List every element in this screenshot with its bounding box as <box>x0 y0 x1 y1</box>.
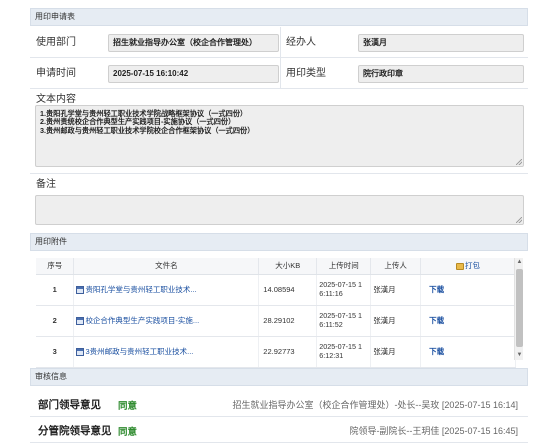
table-row: 3 3贵州邮政与贵州轻工职业技术... 22.92773 2025-07-15 … <box>36 336 516 368</box>
time-line: 6:12:31 <box>319 350 344 360</box>
row-uploader: 张漢月 <box>370 336 422 368</box>
document-icon <box>76 316 85 325</box>
col-header-index: 序号 <box>36 258 75 275</box>
table-row: 1 贵阳孔学堂与贵州轻工职业技术... 14.08594 2025-07-15 … <box>36 274 516 306</box>
row-filename: 贵阳孔学堂与贵州轻工职业技术... <box>73 274 260 306</box>
remarks-label: 备注 <box>36 179 56 190</box>
pack-link[interactable]: 打包 <box>465 261 480 270</box>
scroll-up-icon[interactable]: ▲ <box>515 258 524 267</box>
content-label: 文本内容 <box>36 94 76 105</box>
seal-type-field[interactable]: 院行政印章 <box>358 65 524 83</box>
department-field[interactable]: 招生就业指导办公室（校企合作管理处） <box>108 34 279 52</box>
content-line: 3.贵州邮政与贵州轻工职业技术学院校企合作框架协议（一式四份） <box>40 125 255 135</box>
download-link[interactable]: 下载 <box>420 274 516 306</box>
attachments-table: 序号 文件名 大小KB 上传时间 上传人 打包 1 贵阳孔学堂与贵州轻工职业技术… <box>36 258 516 368</box>
download-link[interactable]: 下载 <box>420 305 516 337</box>
row-size: 28.29102 <box>258 305 318 337</box>
section-header-review: 审核信息 <box>30 368 528 386</box>
row-index: 3 <box>36 336 75 368</box>
row-size: 14.08594 <box>258 274 318 306</box>
col-header-uploader: 上传人 <box>370 258 422 275</box>
row-upload-time: 2025-07-15 1 6:11:52 <box>316 305 372 337</box>
time-line: 6:11:16 <box>319 288 343 298</box>
file-link[interactable]: 3贵州邮政与贵州轻工职业技术... <box>85 346 193 357</box>
col-header-pack: 打包 <box>420 258 516 275</box>
review-detail: 院领导-副院长--王玥佳 [2025-07-15 16:45] <box>349 426 518 436</box>
row-size: 22.92773 <box>258 336 318 368</box>
row-upload-time: 2025-07-15 1 6:12:31 <box>316 336 372 368</box>
row-index: 2 <box>36 305 75 337</box>
handler-field[interactable]: 张漢月 <box>358 34 524 52</box>
row-uploader: 张漢月 <box>370 305 422 337</box>
review-role: 部门领导意见 <box>38 399 101 411</box>
column-divider <box>280 27 281 89</box>
document-icon <box>76 347 85 356</box>
file-link[interactable]: 贵阳孔学堂与贵州轻工职业技术... <box>85 284 196 295</box>
col-header-filename: 文件名 <box>73 258 260 275</box>
apply-time-field[interactable]: 2025-07-15 16:10:42 <box>108 65 279 83</box>
col-header-size: 大小KB <box>258 258 318 275</box>
apply-time-label: 申请时间 <box>36 68 76 79</box>
row-uploader: 张漢月 <box>370 274 422 306</box>
time-line: 6:11:52 <box>319 319 343 329</box>
row-index: 1 <box>36 274 75 306</box>
row-upload-time: 2025-07-15 1 6:11:16 <box>316 274 372 306</box>
resize-grip-icon[interactable] <box>516 217 522 223</box>
review-row-department: 部门领导意见 同意 招生就业指导办公室（校企合作管理处）-处长--吴玫 [202… <box>30 391 528 417</box>
attachments-scrollbar[interactable]: ▲ ▼ <box>514 258 523 360</box>
review-detail: 招生就业指导办公室（校企合作管理处）-处长--吴玫 [2025-07-15 16… <box>232 400 518 410</box>
section-header-application: 用印申请表 <box>30 8 528 26</box>
seal-type-label: 用印类型 <box>286 68 326 79</box>
review-status: 同意 <box>118 401 138 412</box>
download-link[interactable]: 下载 <box>420 336 516 368</box>
document-icon <box>76 285 85 294</box>
section-header-attachments: 用印附件 <box>30 233 528 251</box>
resize-grip-icon[interactable] <box>516 159 522 165</box>
divider <box>30 173 528 174</box>
file-link[interactable]: 校企合作典型生产实践项目-实施... <box>85 315 199 326</box>
content-textarea[interactable]: 1.贵阳孔学堂与贵州轻工职业技术学院战略框架协议（一式四份） 2.贵州贵统校企合… <box>35 105 524 167</box>
scroll-down-icon[interactable]: ▼ <box>515 351 524 360</box>
row-filename: 3贵州邮政与贵州轻工职业技术... <box>73 336 260 368</box>
col-header-upload-time: 上传时间 <box>316 258 372 275</box>
scroll-thumb[interactable] <box>516 269 523 347</box>
row-filename: 校企合作典型生产实践项目-实施... <box>73 305 260 337</box>
department-label: 使用部门 <box>36 37 76 48</box>
review-row-leader: 分管院领导意见 同意 院领导-副院长--王玥佳 [2025-07-15 16:4… <box>30 417 528 443</box>
form-row-apply-time: 申请时间 2025-07-15 16:10:42 用印类型 院行政印章 <box>30 58 528 89</box>
review-status: 同意 <box>118 427 138 438</box>
handler-label: 经办人 <box>286 37 316 48</box>
table-row: 2 校企合作典型生产实践项目-实施... 28.29102 2025-07-15… <box>36 305 516 337</box>
printer-icon[interactable] <box>456 262 465 270</box>
review-role: 分管院领导意见 <box>38 425 112 437</box>
table-header-row: 序号 文件名 大小KB 上传时间 上传人 打包 <box>36 258 516 275</box>
form-row-department: 使用部门 招生就业指导办公室（校企合作管理处） 经办人 张漢月 <box>30 27 528 58</box>
remarks-textarea[interactable] <box>35 195 524 225</box>
